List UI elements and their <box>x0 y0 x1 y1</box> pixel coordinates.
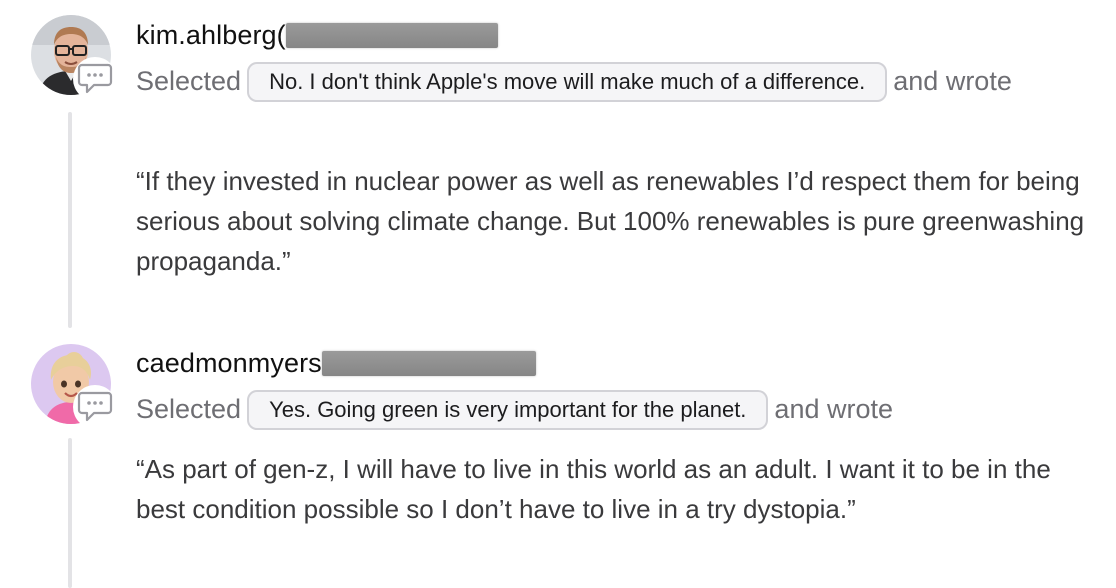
speech-bubble-icon <box>77 63 113 94</box>
connector-text: and wrote <box>893 66 1012 96</box>
response-entry: kim.ahlberg( Selected No. I don't think A… <box>0 0 1116 330</box>
selection-summary: Selected Yes. Going green is very importa… <box>136 387 1096 431</box>
comment-quote: “If they invested in nuclear power as we… <box>136 166 1085 276</box>
username-row: kim.ahlberg( <box>136 20 498 51</box>
comment-quote: “As part of gen-z, I will have to live i… <box>136 454 1051 524</box>
username-row: caedmonmyers <box>136 348 536 379</box>
redaction-bar <box>321 351 536 376</box>
selected-option-pill[interactable]: No. I don't think Apple's move will make… <box>247 62 888 102</box>
username[interactable]: caedmonmyers <box>136 348 322 379</box>
speech-bubble-icon <box>77 391 113 422</box>
selected-label: Selected <box>136 394 242 424</box>
selected-label: Selected <box>136 66 242 96</box>
comment-badge <box>73 385 117 429</box>
response-entry: caedmonmyers Selected Yes. Going green is… <box>0 330 1116 588</box>
thread-line <box>68 438 72 588</box>
comment-badge <box>73 57 117 101</box>
selected-option-pill[interactable]: Yes. Going green is very important for t… <box>247 390 769 430</box>
thread-line <box>68 112 72 328</box>
connector-text: and wrote <box>774 394 893 424</box>
selection-summary: Selected No. I don't think Apple's move w… <box>136 59 1096 103</box>
redaction-bar <box>285 23 498 48</box>
username[interactable]: kim.ahlberg( <box>136 20 286 51</box>
